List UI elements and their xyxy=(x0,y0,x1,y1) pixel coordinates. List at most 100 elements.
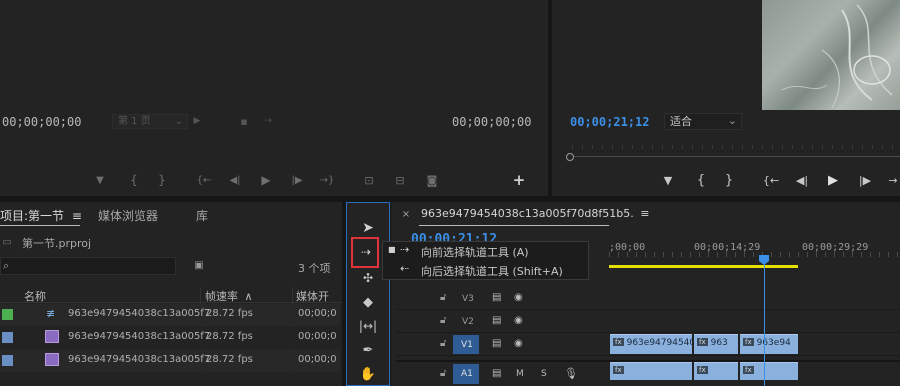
column-name[interactable]: 名称 xyxy=(24,288,46,304)
sync-lock-icon[interactable]: ▤ xyxy=(492,292,501,303)
lock-icon[interactable]: 🔓︎ xyxy=(440,315,446,326)
selection-tool-icon[interactable]: ➤ xyxy=(360,220,376,236)
step-back-icon[interactable]: ◀| xyxy=(228,173,242,187)
audio-clip[interactable]: fx xyxy=(694,362,738,380)
eye-icon[interactable]: ◉ xyxy=(514,338,523,349)
solo-button[interactable]: S xyxy=(541,369,547,379)
list-item[interactable]: ≢ 963e9479454038c13a005f7 28.72 fps 00;0… xyxy=(0,304,340,326)
marker-icon[interactable]: ▼ xyxy=(95,174,105,186)
track-label: V3 xyxy=(462,294,474,304)
lock-icon[interactable]: 🔓︎ xyxy=(440,292,446,303)
export-frame-icon[interactable]: ▪ xyxy=(238,115,250,128)
microphone-icon[interactable]: 🎙︎ xyxy=(564,367,578,380)
fx-badge: fx xyxy=(743,338,754,346)
tab-libraries[interactable]: 库 xyxy=(196,207,208,224)
program-video-frame xyxy=(762,0,900,110)
flyout-item-backward[interactable]: ⇠ 向后选择轨道工具 (Shift+A) xyxy=(386,262,586,278)
fx-badge: fx xyxy=(697,338,708,346)
program-timecode[interactable]: 00;00;21;12 xyxy=(570,115,649,129)
add-button-icon[interactable]: + xyxy=(512,171,526,189)
chevron-down-icon: ⌄ xyxy=(727,114,737,127)
menu-icon[interactable]: ≡ xyxy=(640,207,649,220)
work-area-bar[interactable] xyxy=(609,265,798,268)
search-icon: ⌕ xyxy=(3,259,10,272)
column-media-start[interactable]: 媒体开 xyxy=(296,288,329,304)
hand-tool-icon[interactable]: ✋ xyxy=(359,366,377,382)
source-timecode-right[interactable]: 00;00;00;00 xyxy=(452,115,531,129)
go-to-in-icon[interactable]: {← xyxy=(763,173,779,187)
new-bin-icon[interactable]: ▣ xyxy=(192,259,206,271)
mute-button[interactable]: M xyxy=(516,369,524,379)
tab-project-label: 项目:第一节 xyxy=(0,209,65,223)
source-timecode-left[interactable]: 00;00;00;00 xyxy=(2,115,81,129)
scrub-start-handle[interactable] xyxy=(566,153,574,161)
eye-icon[interactable]: ◉ xyxy=(514,292,523,303)
go-to-in-icon[interactable]: {← xyxy=(197,173,212,187)
video-clip[interactable]: fx 963e94794540 xyxy=(610,334,692,354)
lock-icon[interactable]: 🔓︎ xyxy=(440,368,446,379)
go-to-out-icon[interactable]: → xyxy=(886,173,900,187)
fx-badge: fx xyxy=(613,366,624,374)
ruler-label: 00;00;29;29 xyxy=(802,242,869,253)
tab-media-browser[interactable]: 媒体浏览器 xyxy=(98,207,158,224)
track-select-forward-icon[interactable]: ⇢ xyxy=(357,244,375,260)
eye-icon[interactable]: ◉ xyxy=(514,315,523,326)
page-select-value: 第 1 页 xyxy=(118,116,151,127)
selected-bullet-icon: ■ xyxy=(388,245,396,254)
sync-lock-icon[interactable]: ▤ xyxy=(492,338,501,349)
sequence-icon: ≢ xyxy=(46,307,56,320)
sync-lock-icon[interactable]: ▤ xyxy=(492,315,501,326)
play-small-icon[interactable]: ▶ xyxy=(192,116,202,126)
menu-icon[interactable]: ≡ xyxy=(72,209,82,223)
insert-icon[interactable]: ⊡ xyxy=(361,173,377,187)
sort-up-icon: ∧ xyxy=(244,290,253,303)
scrub-track xyxy=(566,156,900,157)
search-input[interactable]: ⌕ xyxy=(0,257,176,275)
source-monitor-panel xyxy=(0,0,548,196)
list-item[interactable]: 963e9479454038c13a005f7 28.72 fps 00;00;… xyxy=(0,350,340,372)
go-to-out-icon[interactable]: →} xyxy=(320,173,335,187)
ripple-edit-tool-icon[interactable]: ✣ xyxy=(359,270,377,286)
video-frame-image xyxy=(781,4,893,109)
play-icon[interactable]: ▶ xyxy=(259,173,273,187)
step-back-icon[interactable]: ◀| xyxy=(794,173,810,187)
close-icon[interactable]: × xyxy=(401,208,411,220)
column-frame-rate[interactable]: 帧速率 ∧ xyxy=(205,288,253,304)
folder-icon: ▭ xyxy=(2,236,12,248)
slip-tool-icon[interactable]: |↔| xyxy=(358,318,378,334)
mark-out-icon[interactable]: } xyxy=(724,172,734,188)
lock-icon[interactable]: 🔓︎ xyxy=(440,338,446,349)
fit-select[interactable]: 适合 ⌄ xyxy=(664,113,742,130)
clip-label: 963e94 xyxy=(756,338,791,348)
list-item[interactable]: 963e9479454038c13a005f7 28.72 fps 00;00;… xyxy=(0,327,340,349)
mark-in-icon[interactable]: { xyxy=(129,173,139,187)
track-v3: 🔓︎ V3 ▤ ◉ xyxy=(396,288,900,310)
step-forward-icon[interactable]: |▶ xyxy=(290,173,304,187)
sync-lock-icon[interactable]: ▤ xyxy=(492,368,501,379)
marker-icon[interactable]: ▼ xyxy=(662,173,674,187)
tab-sequence[interactable]: 963e9479454038c13a005f70d8f51b5. ≡ xyxy=(421,207,649,220)
page-select[interactable]: 第 1 页 ⌄ xyxy=(112,114,188,129)
item-name: 963e9479454038c13a005f7 xyxy=(68,308,211,319)
track-label: V2 xyxy=(462,317,474,327)
program-scrub-bar[interactable] xyxy=(566,153,900,161)
overwrite-icon[interactable]: ⊟ xyxy=(392,173,408,187)
mark-in-icon[interactable]: { xyxy=(696,172,706,188)
play-icon[interactable]: ▶ xyxy=(826,172,840,188)
step-forward-icon[interactable]: |▶ xyxy=(857,173,873,187)
flyout-item-label: 向前选择轨道工具 (A) xyxy=(421,246,529,259)
video-clip[interactable]: fx 963 xyxy=(694,334,738,354)
tab-project[interactable]: 项目:第一节 ≡ xyxy=(0,207,82,224)
project-file-name: 第一节.prproj xyxy=(22,237,92,250)
pen-tool-icon[interactable]: ✒ xyxy=(359,342,377,358)
audio-clip[interactable]: fx xyxy=(610,362,692,380)
razor-tool-icon[interactable]: ◆ xyxy=(359,294,377,310)
mark-out-icon[interactable]: } xyxy=(157,173,167,187)
video-clip[interactable]: fx 963e94 xyxy=(740,334,798,354)
flyout-item-forward[interactable]: ■ ⇢ 向前选择轨道工具 (A) xyxy=(386,243,586,259)
column-frame-rate-label: 帧速率 xyxy=(205,290,238,303)
camera-icon[interactable]: ◙ xyxy=(425,173,439,187)
chevron-down-icon: ⌄ xyxy=(174,116,183,127)
audio-clip[interactable]: fx xyxy=(740,362,798,380)
settings-arrow-icon[interactable]: ⇢ xyxy=(262,116,274,126)
